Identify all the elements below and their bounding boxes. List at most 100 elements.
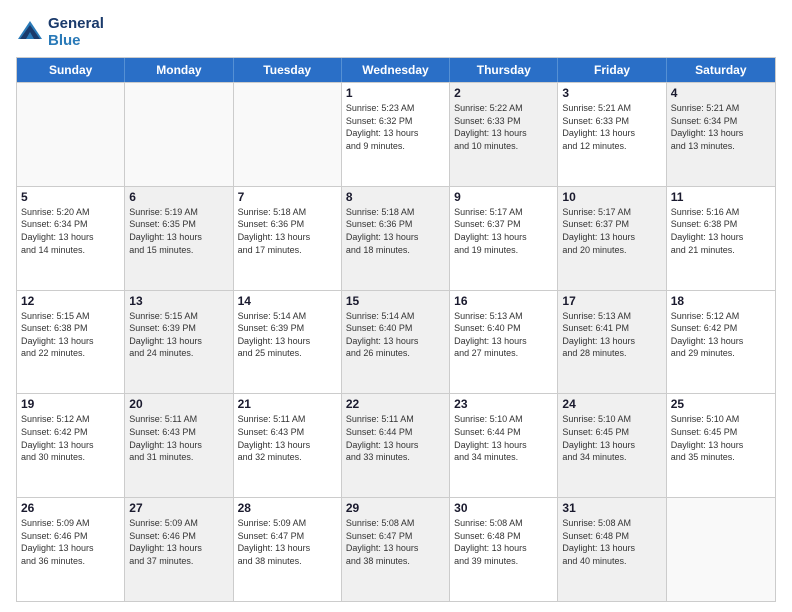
- day-info: Sunrise: 5:21 AMSunset: 6:33 PMDaylight:…: [562, 102, 661, 152]
- calendar-cell: 16 Sunrise: 5:13 AMSunset: 6:40 PMDayligh…: [450, 291, 558, 394]
- calendar-cell: 14 Sunrise: 5:14 AMSunset: 6:39 PMDayligh…: [234, 291, 342, 394]
- calendar-cell: 18Sunrise: 5:12 AMSunset: 6:42 PMDayligh…: [667, 291, 775, 394]
- calendar-row: 26 Sunrise: 5:09 AMSunset: 6:46 PMDayligh…: [17, 497, 775, 601]
- day-number: 13: [129, 294, 228, 308]
- day-number: 23: [454, 397, 553, 411]
- calendar-cell: 26 Sunrise: 5:09 AMSunset: 6:46 PMDayligh…: [17, 498, 125, 601]
- header: General Blue: [16, 16, 776, 49]
- day-info: Sunrise: 5:08 AMSunset: 6:47 PMDaylight:…: [346, 517, 445, 567]
- calendar-cell: 31 Sunrise: 5:08 AMSunset: 6:48 PMDayligh…: [558, 498, 666, 601]
- day-number: 6: [129, 190, 228, 204]
- day-info: Sunrise: 5:08 AMSunset: 6:48 PMDaylight:…: [454, 517, 553, 567]
- day-number: 22: [346, 397, 445, 411]
- day-number: 11: [671, 190, 771, 204]
- weekday-header: Wednesday: [342, 58, 450, 82]
- day-number: 8: [346, 190, 445, 204]
- day-info: Sunrise: 5:23 AMSunset: 6:32 PMDaylight:…: [346, 102, 445, 152]
- day-info: Sunrise: 5:09 AMSunset: 6:46 PMDaylight:…: [129, 517, 228, 567]
- day-number: 14: [238, 294, 337, 308]
- calendar-cell: 15 Sunrise: 5:14 AMSunset: 6:40 PMDayligh…: [342, 291, 450, 394]
- day-number: 3: [562, 86, 661, 100]
- day-number: 15: [346, 294, 445, 308]
- day-info: Sunrise: 5:11 AMSunset: 6:43 PMDaylight:…: [238, 413, 337, 463]
- day-info: Sunrise: 5:21 AMSunset: 6:34 PMDaylight:…: [671, 102, 771, 152]
- day-info: Sunrise: 5:08 AMSunset: 6:48 PMDaylight:…: [562, 517, 661, 567]
- day-number: 19: [21, 397, 120, 411]
- day-number: 12: [21, 294, 120, 308]
- calendar-header: SundayMondayTuesdayWednesdayThursdayFrid…: [17, 58, 775, 82]
- day-number: 24: [562, 397, 661, 411]
- calendar-cell: 29Sunrise: 5:08 AMSunset: 6:47 PMDayligh…: [342, 498, 450, 601]
- calendar-cell: 4 Sunrise: 5:21 AMSunset: 6:34 PMDaylight…: [667, 83, 775, 186]
- day-number: 7: [238, 190, 337, 204]
- day-info: Sunrise: 5:10 AMSunset: 6:45 PMDaylight:…: [562, 413, 661, 463]
- day-info: Sunrise: 5:20 AMSunset: 6:34 PMDaylight:…: [21, 206, 120, 256]
- calendar-body: 1 Sunrise: 5:23 AMSunset: 6:32 PMDaylight…: [17, 82, 775, 601]
- weekday-header: Monday: [125, 58, 233, 82]
- weekday-header: Friday: [558, 58, 666, 82]
- day-number: 28: [238, 501, 337, 515]
- day-info: Sunrise: 5:14 AMSunset: 6:39 PMDaylight:…: [238, 310, 337, 360]
- day-info: Sunrise: 5:09 AMSunset: 6:46 PMDaylight:…: [21, 517, 120, 567]
- day-number: 27: [129, 501, 228, 515]
- calendar-cell: 7 Sunrise: 5:18 AMSunset: 6:36 PMDaylight…: [234, 187, 342, 290]
- day-info: Sunrise: 5:18 AMSunset: 6:36 PMDaylight:…: [238, 206, 337, 256]
- day-number: 25: [671, 397, 771, 411]
- day-info: Sunrise: 5:15 AMSunset: 6:39 PMDaylight:…: [129, 310, 228, 360]
- day-number: 26: [21, 501, 120, 515]
- day-info: Sunrise: 5:10 AMSunset: 6:45 PMDaylight:…: [671, 413, 771, 463]
- day-info: Sunrise: 5:14 AMSunset: 6:40 PMDaylight:…: [346, 310, 445, 360]
- logo: General Blue: [16, 16, 104, 49]
- day-info: Sunrise: 5:12 AMSunset: 6:42 PMDaylight:…: [21, 413, 120, 463]
- calendar-cell: [667, 498, 775, 601]
- calendar-cell: 5Sunrise: 5:20 AMSunset: 6:34 PMDaylight…: [17, 187, 125, 290]
- calendar-cell: 17 Sunrise: 5:13 AMSunset: 6:41 PMDayligh…: [558, 291, 666, 394]
- calendar-cell: 9 Sunrise: 5:17 AMSunset: 6:37 PMDaylight…: [450, 187, 558, 290]
- calendar-cell: 6 Sunrise: 5:19 AMSunset: 6:35 PMDaylight…: [125, 187, 233, 290]
- day-info: Sunrise: 5:11 AMSunset: 6:44 PMDaylight:…: [346, 413, 445, 463]
- calendar-cell: [125, 83, 233, 186]
- day-info: Sunrise: 5:11 AMSunset: 6:43 PMDaylight:…: [129, 413, 228, 463]
- day-info: Sunrise: 5:17 AMSunset: 6:37 PMDaylight:…: [454, 206, 553, 256]
- calendar-cell: 19 Sunrise: 5:12 AMSunset: 6:42 PMDayligh…: [17, 394, 125, 497]
- calendar-cell: 13 Sunrise: 5:15 AMSunset: 6:39 PMDayligh…: [125, 291, 233, 394]
- calendar-row: 1 Sunrise: 5:23 AMSunset: 6:32 PMDaylight…: [17, 82, 775, 186]
- day-number: 18: [671, 294, 771, 308]
- day-info: Sunrise: 5:09 AMSunset: 6:47 PMDaylight:…: [238, 517, 337, 567]
- day-number: 31: [562, 501, 661, 515]
- calendar-cell: 11Sunrise: 5:16 AMSunset: 6:38 PMDayligh…: [667, 187, 775, 290]
- logo-icon: [16, 19, 44, 47]
- day-info: Sunrise: 5:10 AMSunset: 6:44 PMDaylight:…: [454, 413, 553, 463]
- calendar-cell: 22 Sunrise: 5:11 AMSunset: 6:44 PMDayligh…: [342, 394, 450, 497]
- calendar-cell: [17, 83, 125, 186]
- calendar-cell: 20Sunrise: 5:11 AMSunset: 6:43 PMDayligh…: [125, 394, 233, 497]
- day-number: 21: [238, 397, 337, 411]
- page: General Blue SundayMondayTuesdayWednesda…: [0, 0, 792, 612]
- day-info: Sunrise: 5:13 AMSunset: 6:41 PMDaylight:…: [562, 310, 661, 360]
- weekday-header: Tuesday: [234, 58, 342, 82]
- calendar-cell: 24 Sunrise: 5:10 AMSunset: 6:45 PMDayligh…: [558, 394, 666, 497]
- day-number: 10: [562, 190, 661, 204]
- calendar-row: 5Sunrise: 5:20 AMSunset: 6:34 PMDaylight…: [17, 186, 775, 290]
- day-info: Sunrise: 5:22 AMSunset: 6:33 PMDaylight:…: [454, 102, 553, 152]
- calendar-cell: 3 Sunrise: 5:21 AMSunset: 6:33 PMDaylight…: [558, 83, 666, 186]
- calendar-cell: 21 Sunrise: 5:11 AMSunset: 6:43 PMDayligh…: [234, 394, 342, 497]
- day-number: 16: [454, 294, 553, 308]
- day-info: Sunrise: 5:19 AMSunset: 6:35 PMDaylight:…: [129, 206, 228, 256]
- day-number: 30: [454, 501, 553, 515]
- day-info: Sunrise: 5:18 AMSunset: 6:36 PMDaylight:…: [346, 206, 445, 256]
- day-number: 9: [454, 190, 553, 204]
- calendar-cell: [234, 83, 342, 186]
- logo-text: General Blue: [48, 16, 104, 49]
- day-info: Sunrise: 5:13 AMSunset: 6:40 PMDaylight:…: [454, 310, 553, 360]
- day-number: 4: [671, 86, 771, 100]
- calendar-cell: 1 Sunrise: 5:23 AMSunset: 6:32 PMDaylight…: [342, 83, 450, 186]
- weekday-header: Thursday: [450, 58, 558, 82]
- weekday-header: Sunday: [17, 58, 125, 82]
- day-info: Sunrise: 5:17 AMSunset: 6:37 PMDaylight:…: [562, 206, 661, 256]
- calendar-cell: 23 Sunrise: 5:10 AMSunset: 6:44 PMDayligh…: [450, 394, 558, 497]
- day-number: 1: [346, 86, 445, 100]
- day-info: Sunrise: 5:15 AMSunset: 6:38 PMDaylight:…: [21, 310, 120, 360]
- calendar-cell: 30 Sunrise: 5:08 AMSunset: 6:48 PMDayligh…: [450, 498, 558, 601]
- day-number: 17: [562, 294, 661, 308]
